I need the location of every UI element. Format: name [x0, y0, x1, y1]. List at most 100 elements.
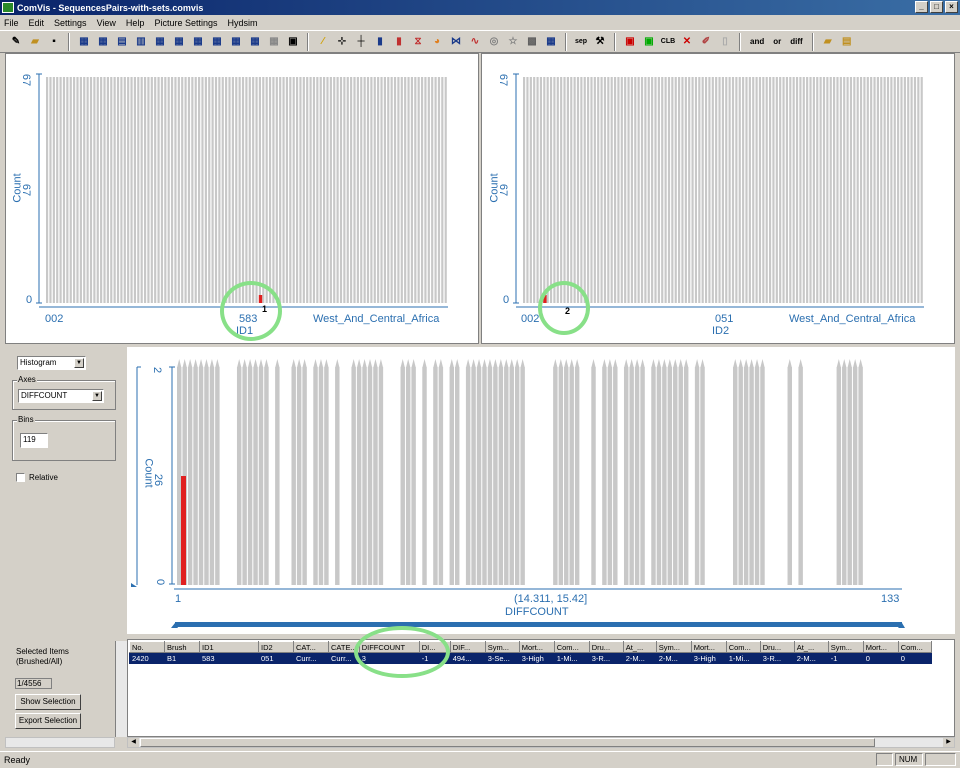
- diffcount-bar[interactable]: [367, 367, 373, 585]
- minimize-button[interactable]: _: [915, 1, 928, 13]
- id2-bar[interactable]: [556, 77, 559, 303]
- layout-10-icon[interactable]: ▦: [247, 34, 263, 50]
- surface-icon[interactable]: ▩: [524, 34, 540, 50]
- id2-bar[interactable]: [560, 77, 563, 303]
- id2-bar[interactable]: [593, 77, 596, 303]
- id1-bar[interactable]: [393, 77, 397, 303]
- id1-bar[interactable]: [177, 77, 180, 303]
- id1-bar[interactable]: [76, 77, 79, 303]
- column-header[interactable]: Mort...: [862, 641, 899, 653]
- diffcount-bar[interactable]: [847, 367, 852, 585]
- diffcount-bar[interactable]: [209, 367, 215, 585]
- column-header[interactable]: Dru...: [588, 641, 624, 653]
- open-folder-icon[interactable]: ▰: [27, 34, 43, 50]
- show-selection-button[interactable]: Show Selection: [15, 694, 81, 710]
- id2-bar[interactable]: [897, 77, 900, 303]
- id2-bar[interactable]: [549, 77, 553, 303]
- bins-input[interactable]: 119: [20, 433, 48, 448]
- layout-5-icon[interactable]: ▦: [152, 34, 168, 50]
- id2-bar[interactable]: [785, 77, 789, 303]
- id1-bar[interactable]: [89, 77, 93, 303]
- id2-bar[interactable]: [809, 77, 812, 303]
- id1-bar[interactable]: [62, 77, 66, 303]
- id2-bar[interactable]: [883, 77, 886, 303]
- diffcount-bar[interactable]: [493, 367, 498, 585]
- menu-file[interactable]: File: [4, 18, 19, 28]
- id1-bar[interactable]: [370, 77, 373, 303]
- id2-bar[interactable]: [576, 77, 580, 303]
- diffcount-bar[interactable]: [656, 367, 662, 585]
- diffcount-bar[interactable]: [373, 367, 378, 585]
- id1-bar[interactable]: [360, 77, 363, 303]
- id1-bar[interactable]: [214, 77, 218, 303]
- and-button[interactable]: and: [747, 37, 767, 46]
- id1-bar[interactable]: [52, 77, 55, 303]
- id1-bar[interactable]: [201, 77, 204, 303]
- menu-view[interactable]: View: [97, 18, 116, 28]
- id1-bar[interactable]: [191, 77, 194, 303]
- id2-bar[interactable]: [610, 77, 613, 303]
- id1-bar[interactable]: [302, 77, 305, 303]
- id2-bar[interactable]: [913, 77, 917, 303]
- diffcount-bar[interactable]: [291, 367, 296, 585]
- id1-bar[interactable]: [160, 77, 164, 303]
- id2-bar[interactable]: [698, 77, 701, 303]
- id1-bar[interactable]: [400, 77, 403, 303]
- id1-bar[interactable]: [116, 77, 120, 303]
- column-header[interactable]: At_...: [622, 641, 657, 653]
- column-header[interactable]: Brush: [164, 641, 200, 653]
- id1-bar[interactable]: [49, 77, 52, 303]
- id2-bar[interactable]: [651, 77, 654, 303]
- diffcount-bar[interactable]: [520, 367, 525, 585]
- id2-bar[interactable]: [779, 77, 782, 303]
- id2-bar[interactable]: [715, 77, 718, 303]
- diffcount-bar[interactable]: [362, 367, 367, 585]
- id2-bar[interactable]: [795, 77, 799, 303]
- id2-bar[interactable]: [742, 77, 745, 303]
- diffcount-bar[interactable]: [738, 367, 743, 585]
- id1-bar[interactable]: [59, 77, 62, 303]
- id1-bar[interactable]: [164, 77, 167, 303]
- scroll-left-arrow-icon[interactable]: ◀: [128, 738, 139, 747]
- id2-bar[interactable]: [863, 77, 866, 303]
- sep-icon[interactable]: sep: [573, 34, 589, 50]
- id2-bar[interactable]: [671, 77, 674, 303]
- id2-bar[interactable]: [859, 77, 863, 303]
- parallel-coords-icon[interactable]: ⧖: [410, 34, 426, 50]
- id2-bar[interactable]: [536, 77, 539, 303]
- diffcount-bar[interactable]: [351, 367, 356, 585]
- id2-bar[interactable]: [725, 77, 728, 303]
- diffcount-bar[interactable]: [356, 367, 362, 585]
- id1-bar[interactable]: [86, 77, 89, 303]
- id1-bar[interactable]: [424, 77, 427, 303]
- id1-bar[interactable]: [140, 77, 143, 303]
- id2-bar[interactable]: [856, 77, 859, 303]
- close-button[interactable]: ×: [945, 1, 958, 13]
- layout-9-icon[interactable]: ▦: [228, 34, 244, 50]
- id2-bar[interactable]: [603, 77, 607, 303]
- id2-bar[interactable]: [802, 77, 805, 303]
- id1-bar[interactable]: [279, 77, 282, 303]
- id1-bar[interactable]: [350, 77, 353, 303]
- id2-bar[interactable]: [907, 77, 910, 303]
- id1-bar[interactable]: [170, 77, 174, 303]
- id2-bar[interactable]: [597, 77, 600, 303]
- id1-bar[interactable]: [366, 77, 370, 303]
- diffcount-bar[interactable]: [482, 367, 487, 585]
- id1-bar[interactable]: [272, 77, 275, 303]
- layout-6-icon[interactable]: ▦: [171, 34, 187, 50]
- id2-bar[interactable]: [890, 77, 893, 303]
- id1-bar[interactable]: [289, 77, 292, 303]
- diffcount-bar[interactable]: [607, 367, 613, 585]
- column-header[interactable]: CAT...: [293, 641, 329, 653]
- id2-bar[interactable]: [627, 77, 630, 303]
- hammer-icon[interactable]: ⚒: [592, 34, 608, 50]
- clb-icon[interactable]: CLB: [660, 34, 676, 50]
- diffcount-bar[interactable]: [411, 367, 416, 585]
- layout-3-icon[interactable]: ▤: [114, 34, 130, 50]
- id2-bar[interactable]: [870, 77, 873, 303]
- id1-bar[interactable]: [46, 77, 49, 303]
- id2-bar[interactable]: [917, 77, 920, 303]
- diffcount-bar[interactable]: [335, 367, 340, 585]
- id2-bar[interactable]: [661, 77, 664, 303]
